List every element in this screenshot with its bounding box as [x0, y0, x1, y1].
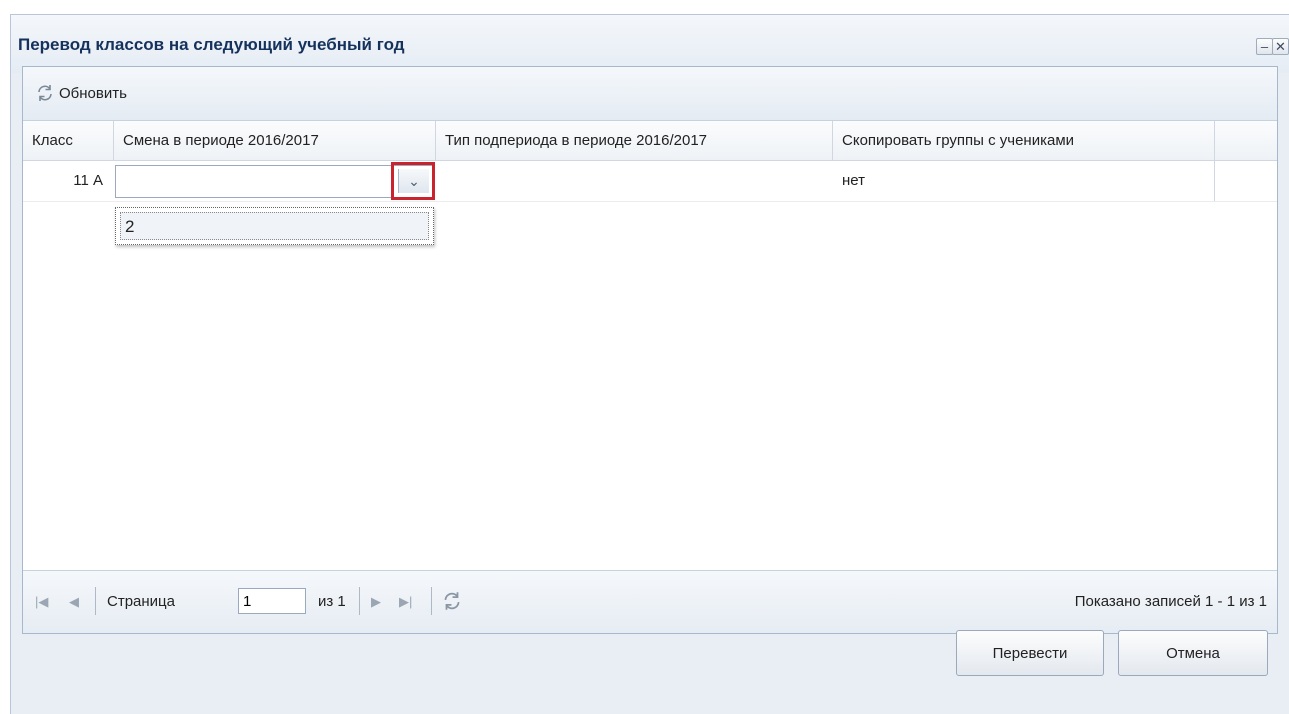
page-number-input[interactable] — [238, 588, 306, 614]
separator — [431, 587, 432, 615]
shift-dropdown-list: 2 — [115, 207, 434, 245]
shift-combo[interactable] — [115, 165, 434, 198]
dropdown-option[interactable]: 2 — [120, 212, 429, 240]
last-page-icon[interactable]: ▶| — [399, 592, 412, 612]
close-icon[interactable]: ✕ — [1272, 38, 1289, 55]
refresh-icon[interactable] — [441, 590, 463, 612]
grid-toolbar: Обновить — [23, 67, 1277, 121]
paging-toolbar: |◀ ◀ Страница из 1 ▶ ▶| Показано записей… — [23, 570, 1277, 633]
column-header-subperiod-type[interactable]: Тип подпериода в периоде 2016/2017 — [436, 121, 833, 160]
confirm-button[interactable]: Перевести — [956, 630, 1104, 676]
chevron-down-icon: ⌄ — [398, 169, 429, 193]
grid-panel: Обновить Класс Смена в периоде 2016/2017… — [22, 66, 1278, 634]
column-header-copy-groups[interactable]: Скопировать группы с учениками — [833, 121, 1215, 160]
dialog-titlebar[interactable]: Перевод классов на следующий учебный год… — [11, 15, 1289, 73]
separator — [95, 587, 96, 615]
refresh-icon — [38, 85, 52, 101]
cell-subperiod-type[interactable] — [436, 161, 833, 201]
refresh-button[interactable]: Обновить — [35, 79, 127, 107]
next-page-icon[interactable]: ▶ — [371, 592, 381, 612]
page-count-label: из 1 — [318, 593, 346, 610]
dialog-title: Перевод классов на следующий учебный год — [18, 35, 405, 54]
first-page-icon[interactable]: |◀ — [35, 592, 48, 612]
minimize-icon[interactable]: – — [1256, 38, 1273, 55]
page-label: Страница — [107, 593, 175, 610]
column-header-shift[interactable]: Смена в периоде 2016/2017 — [114, 121, 436, 160]
records-summary: Показано записей 1 - 1 из 1 — [1074, 593, 1267, 610]
prev-page-icon[interactable]: ◀ — [69, 592, 79, 612]
refresh-label: Обновить — [59, 84, 127, 102]
separator — [359, 587, 360, 615]
column-header-class[interactable]: Класс — [23, 121, 114, 160]
grid-header: Класс Смена в периоде 2016/2017 Тип подп… — [23, 121, 1277, 161]
cell-copy-groups[interactable]: нет — [833, 161, 1215, 201]
shift-combo-input[interactable] — [116, 166, 396, 197]
shift-combo-trigger[interactable]: ⌄ — [391, 162, 435, 200]
cell-class: 11 А — [73, 172, 103, 189]
cancel-button[interactable]: Отмена — [1118, 630, 1268, 676]
